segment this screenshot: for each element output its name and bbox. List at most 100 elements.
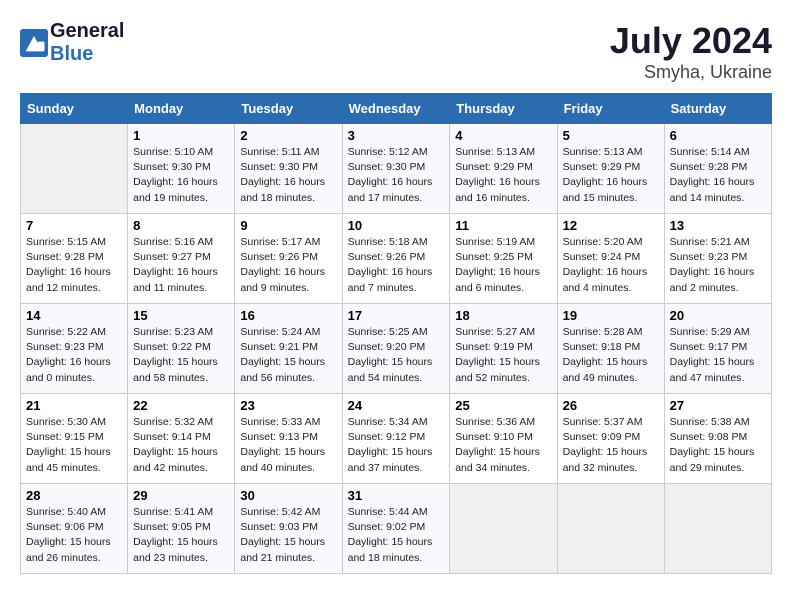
- calendar-cell: 28 Sunrise: 5:40 AMSunset: 9:06 PMDayligh…: [21, 484, 128, 574]
- day-number: 7: [26, 218, 122, 233]
- calendar-cell: 5 Sunrise: 5:13 AMSunset: 9:29 PMDaylight…: [557, 124, 664, 214]
- calendar-cell: 14Sunrise: 5:22 AMSunset: 9:23 PMDayligh…: [21, 304, 128, 394]
- day-number: 21: [26, 398, 122, 413]
- cell-info: Sunrise: 5:20 AMSunset: 9:24 PMDaylight:…: [563, 235, 659, 296]
- calendar-cell: 23Sunrise: 5:33 AMSunset: 9:13 PMDayligh…: [235, 394, 342, 484]
- calendar-cell: [557, 484, 664, 574]
- day-number: 15: [133, 308, 229, 323]
- day-number: 20: [670, 308, 766, 323]
- calendar-cell: 18Sunrise: 5:27 AMSunset: 9:19 PMDayligh…: [450, 304, 557, 394]
- cell-info: Sunrise: 5:13 AMSunset: 9:29 PMDaylight:…: [563, 145, 659, 206]
- page-header: General Blue July 2024 Smyha, Ukraine: [20, 20, 772, 83]
- column-header-thursday: Thursday: [450, 94, 557, 124]
- cell-info: Sunrise: 5:16 AMSunset: 9:27 PMDaylight:…: [133, 235, 229, 296]
- day-number: 17: [348, 308, 445, 323]
- day-number: 8: [133, 218, 229, 233]
- day-number: 24: [348, 398, 445, 413]
- cell-info: Sunrise: 5:33 AMSunset: 9:13 PMDaylight:…: [240, 415, 336, 476]
- day-number: 13: [670, 218, 766, 233]
- cell-info: Sunrise: 5:24 AMSunset: 9:21 PMDaylight:…: [240, 325, 336, 386]
- column-header-friday: Friday: [557, 94, 664, 124]
- calendar-cell: [450, 484, 557, 574]
- calendar-cell: 8 Sunrise: 5:16 AMSunset: 9:27 PMDaylight…: [128, 214, 235, 304]
- calendar-row: 14Sunrise: 5:22 AMSunset: 9:23 PMDayligh…: [21, 304, 772, 394]
- day-number: 6: [670, 128, 766, 143]
- calendar-cell: 20 Sunrise: 5:29 AMSunset: 9:17 PMDayligh…: [664, 304, 771, 394]
- calendar-cell: 31 Sunrise: 5:44 AMSunset: 9:02 PMDayligh…: [342, 484, 450, 574]
- day-number: 22: [133, 398, 229, 413]
- day-number: 11: [455, 218, 551, 233]
- cell-info: Sunrise: 5:19 AMSunset: 9:25 PMDaylight:…: [455, 235, 551, 296]
- calendar-cell: 7 Sunrise: 5:15 AMSunset: 9:28 PMDaylight…: [21, 214, 128, 304]
- day-number: 9: [240, 218, 336, 233]
- calendar-cell: 13 Sunrise: 5:21 AMSunset: 9:23 PMDayligh…: [664, 214, 771, 304]
- calendar-cell: 11 Sunrise: 5:19 AMSunset: 9:25 PMDayligh…: [450, 214, 557, 304]
- cell-info: Sunrise: 5:17 AMSunset: 9:26 PMDaylight:…: [240, 235, 336, 296]
- calendar-cell: 1 Sunrise: 5:10 AMSunset: 9:30 PMDaylight…: [128, 124, 235, 214]
- calendar-cell: 24Sunrise: 5:34 AMSunset: 9:12 PMDayligh…: [342, 394, 450, 484]
- calendar-cell: 19 Sunrise: 5:28 AMSunset: 9:18 PMDayligh…: [557, 304, 664, 394]
- day-number: 28: [26, 488, 122, 503]
- calendar-cell: 4 Sunrise: 5:13 AMSunset: 9:29 PMDaylight…: [450, 124, 557, 214]
- calendar-row: 1 Sunrise: 5:10 AMSunset: 9:30 PMDaylight…: [21, 124, 772, 214]
- column-headers: SundayMondayTuesdayWednesdayThursdayFrid…: [21, 94, 772, 124]
- cell-info: Sunrise: 5:42 AMSunset: 9:03 PMDaylight:…: [240, 505, 336, 566]
- cell-info: Sunrise: 5:18 AMSunset: 9:26 PMDaylight:…: [348, 235, 445, 296]
- calendar-cell: 29 Sunrise: 5:41 AMSunset: 9:05 PMDayligh…: [128, 484, 235, 574]
- cell-info: Sunrise: 5:41 AMSunset: 9:05 PMDaylight:…: [133, 505, 229, 566]
- calendar-cell: 16 Sunrise: 5:24 AMSunset: 9:21 PMDayligh…: [235, 304, 342, 394]
- logo-icon: [20, 29, 48, 57]
- cell-info: Sunrise: 5:25 AMSunset: 9:20 PMDaylight:…: [348, 325, 445, 386]
- calendar-cell: 9 Sunrise: 5:17 AMSunset: 9:26 PMDaylight…: [235, 214, 342, 304]
- title-block: July 2024 Smyha, Ukraine: [610, 20, 772, 83]
- cell-info: Sunrise: 5:14 AMSunset: 9:28 PMDaylight:…: [670, 145, 766, 206]
- cell-info: Sunrise: 5:29 AMSunset: 9:17 PMDaylight:…: [670, 325, 766, 386]
- calendar-table: SundayMondayTuesdayWednesdayThursdayFrid…: [20, 93, 772, 574]
- cell-info: Sunrise: 5:28 AMSunset: 9:18 PMDaylight:…: [563, 325, 659, 386]
- calendar-cell: 22Sunrise: 5:32 AMSunset: 9:14 PMDayligh…: [128, 394, 235, 484]
- cell-info: Sunrise: 5:13 AMSunset: 9:29 PMDaylight:…: [455, 145, 551, 206]
- calendar-cell: 3 Sunrise: 5:12 AMSunset: 9:30 PMDaylight…: [342, 124, 450, 214]
- cell-info: Sunrise: 5:30 AMSunset: 9:15 PMDaylight:…: [26, 415, 122, 476]
- calendar-cell: 17 Sunrise: 5:25 AMSunset: 9:20 PMDayligh…: [342, 304, 450, 394]
- calendar-row: 7 Sunrise: 5:15 AMSunset: 9:28 PMDaylight…: [21, 214, 772, 304]
- cell-info: Sunrise: 5:27 AMSunset: 9:19 PMDaylight:…: [455, 325, 551, 386]
- calendar-row: 21 Sunrise: 5:30 AMSunset: 9:15 PMDayligh…: [21, 394, 772, 484]
- day-number: 1: [133, 128, 229, 143]
- day-number: 12: [563, 218, 659, 233]
- calendar-cell: 6 Sunrise: 5:14 AMSunset: 9:28 PMDaylight…: [664, 124, 771, 214]
- calendar-cell: 25Sunrise: 5:36 AMSunset: 9:10 PMDayligh…: [450, 394, 557, 484]
- month-year: July 2024: [610, 20, 772, 62]
- logo-text: General Blue: [50, 20, 124, 66]
- cell-info: Sunrise: 5:11 AMSunset: 9:30 PMDaylight:…: [240, 145, 336, 206]
- column-header-sunday: Sunday: [21, 94, 128, 124]
- cell-info: Sunrise: 5:21 AMSunset: 9:23 PMDaylight:…: [670, 235, 766, 296]
- cell-info: Sunrise: 5:15 AMSunset: 9:28 PMDaylight:…: [26, 235, 122, 296]
- calendar-cell: [21, 124, 128, 214]
- cell-info: Sunrise: 5:10 AMSunset: 9:30 PMDaylight:…: [133, 145, 229, 206]
- day-number: 19: [563, 308, 659, 323]
- calendar-cell: 15Sunrise: 5:23 AMSunset: 9:22 PMDayligh…: [128, 304, 235, 394]
- calendar-cell: 10Sunrise: 5:18 AMSunset: 9:26 PMDayligh…: [342, 214, 450, 304]
- day-number: 14: [26, 308, 122, 323]
- column-header-tuesday: Tuesday: [235, 94, 342, 124]
- day-number: 3: [348, 128, 445, 143]
- cell-info: Sunrise: 5:44 AMSunset: 9:02 PMDaylight:…: [348, 505, 445, 566]
- day-number: 31: [348, 488, 445, 503]
- cell-info: Sunrise: 5:12 AMSunset: 9:30 PMDaylight:…: [348, 145, 445, 206]
- column-header-saturday: Saturday: [664, 94, 771, 124]
- cell-info: Sunrise: 5:40 AMSunset: 9:06 PMDaylight:…: [26, 505, 122, 566]
- cell-info: Sunrise: 5:38 AMSunset: 9:08 PMDaylight:…: [670, 415, 766, 476]
- calendar-cell: 27Sunrise: 5:38 AMSunset: 9:08 PMDayligh…: [664, 394, 771, 484]
- calendar-body: 1 Sunrise: 5:10 AMSunset: 9:30 PMDaylight…: [21, 124, 772, 574]
- day-number: 4: [455, 128, 551, 143]
- calendar-cell: 26Sunrise: 5:37 AMSunset: 9:09 PMDayligh…: [557, 394, 664, 484]
- day-number: 5: [563, 128, 659, 143]
- day-number: 25: [455, 398, 551, 413]
- calendar-cell: 2Sunrise: 5:11 AMSunset: 9:30 PMDaylight…: [235, 124, 342, 214]
- day-number: 16: [240, 308, 336, 323]
- day-number: 26: [563, 398, 659, 413]
- day-number: 30: [240, 488, 336, 503]
- day-number: 29: [133, 488, 229, 503]
- column-header-wednesday: Wednesday: [342, 94, 450, 124]
